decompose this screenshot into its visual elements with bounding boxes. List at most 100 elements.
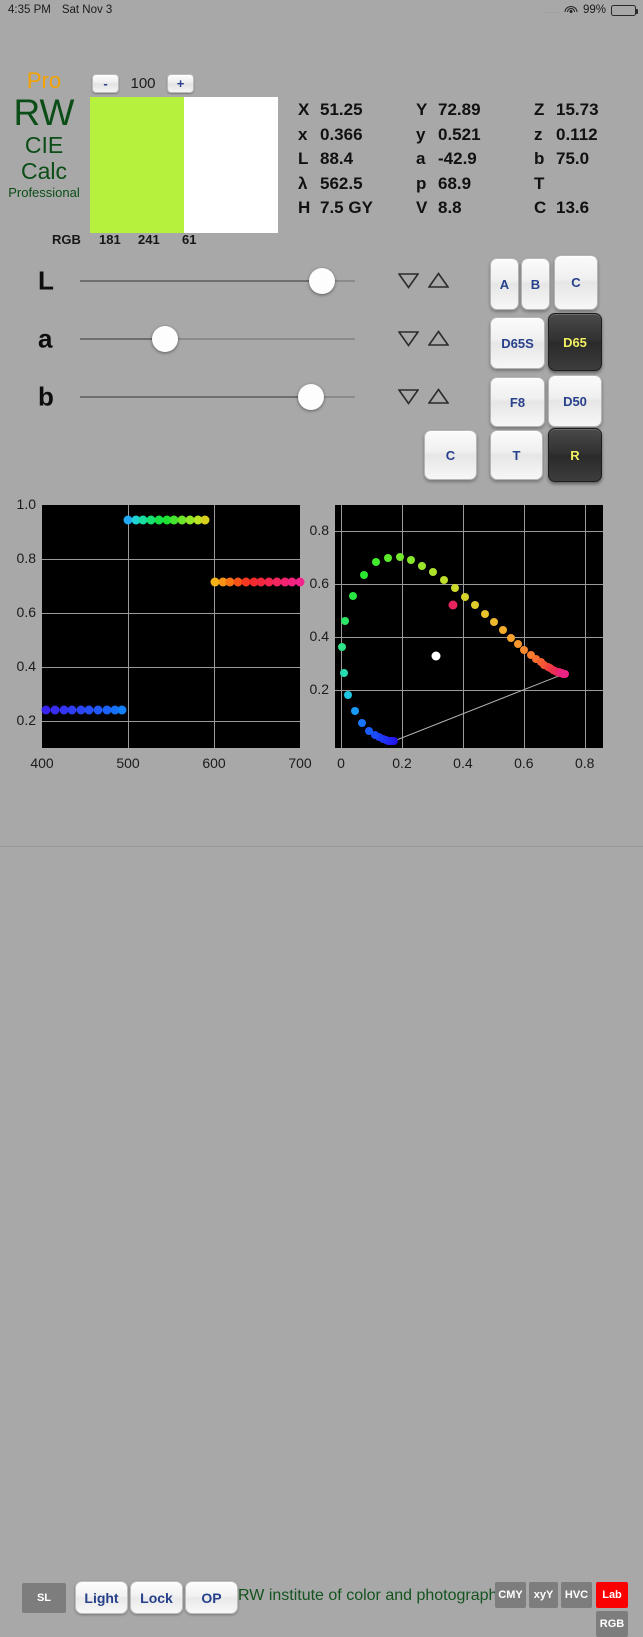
illuminant-button-f8[interactable]: F8: [490, 377, 545, 427]
swatch-sample-color[interactable]: [90, 97, 184, 233]
signal-dots-icon: ....: [545, 4, 560, 15]
mode-button-c[interactable]: C: [424, 430, 477, 480]
triangle-down-icon-b[interactable]: [398, 388, 420, 406]
readout-value: 7.5 GY: [320, 198, 373, 217]
illuminant-button-d50[interactable]: D50: [548, 375, 602, 427]
plot-area[interactable]: [41, 505, 305, 748]
increment-button[interactable]: +: [167, 74, 194, 93]
stepper-value: 100: [130, 75, 156, 92]
illuminant-button-c[interactable]: C: [554, 255, 598, 310]
spectral-reflectance-chart[interactable]: 400 500 600 700 0.2 0.4 0.6 0.8 1.0: [0, 496, 312, 780]
readout-cell-z: z 0.112: [534, 125, 642, 145]
colorspace-button-rgb[interactable]: RGB: [596, 1611, 628, 1637]
illuminant-button-a[interactable]: A: [490, 258, 519, 310]
value-stepper: - 100 +: [92, 74, 194, 93]
readout-key: Y: [416, 100, 428, 119]
colorspace-button-hvc[interactable]: HVC: [561, 1582, 592, 1608]
x-tick-label: 400: [30, 755, 54, 771]
toolbar-button-light[interactable]: Light: [75, 1581, 128, 1614]
triangle-up-icon-a[interactable]: [428, 330, 450, 348]
y-tick-label: 0.8: [309, 522, 329, 539]
readout-key: T: [534, 173, 545, 193]
readout-value: 13.6: [556, 198, 590, 217]
data-point: [395, 553, 404, 562]
triangle-up-icon-b[interactable]: [428, 388, 450, 406]
readout-cell-t: T: [534, 174, 642, 194]
readout-key: X: [298, 100, 310, 119]
gridline-horizontal: [42, 667, 300, 668]
y-tick-label: 0.8: [16, 550, 36, 566]
slider-track-a[interactable]: [80, 326, 355, 352]
colorspace-button-lab[interactable]: Lab: [596, 1582, 628, 1608]
mode-button-t[interactable]: T: [490, 430, 543, 480]
toolbar-button-op[interactable]: OP: [185, 1581, 238, 1614]
rgb-label: RGB: [52, 232, 81, 247]
slider-label-b: b: [38, 381, 54, 412]
decrement-button[interactable]: -: [92, 74, 119, 93]
y-tick-label: 0.6: [16, 604, 36, 620]
y-tick-label: 0.6: [309, 575, 329, 592]
status-date: Sat Nov 3: [61, 4, 113, 16]
slider-knob-L[interactable]: [309, 268, 335, 294]
status-bar: 4:35 PM Sat Nov 3 .... 99%: [0, 0, 643, 20]
bottom-toolbar: RW institute of color and photography SL…: [0, 786, 643, 1637]
swatch-reference-color[interactable]: [184, 97, 278, 233]
gridline-horizontal: [335, 637, 603, 639]
rgb-green-value: 241: [138, 232, 160, 247]
readout-cell-v: V 8.8: [416, 198, 534, 218]
tagline: RW institute of color and photography: [238, 1587, 506, 1604]
data-point: [560, 670, 569, 679]
toolbar-button-sl[interactable]: SL: [22, 1583, 66, 1613]
colorspace-button-xyy[interactable]: xyY: [529, 1582, 558, 1608]
readout-value: 0.112: [556, 124, 598, 144]
slider-row-L: L: [0, 253, 480, 309]
plot-area[interactable]: [335, 505, 603, 748]
mode-button-r[interactable]: R: [548, 428, 602, 482]
illuminant-button-b[interactable]: B: [521, 258, 550, 310]
readout-value: 68.9: [438, 173, 472, 193]
data-point: [200, 515, 210, 525]
slider-track-L[interactable]: [80, 268, 355, 294]
triangle-up-icon-L[interactable]: [428, 272, 450, 290]
readout-row: H 7.5 GY V 8.8 C 13.6: [298, 198, 643, 223]
readout-cell-x: X 51.25: [298, 100, 416, 120]
triangle-down-icon-a[interactable]: [398, 330, 420, 348]
readout-cell-λ: λ 562.5: [298, 174, 416, 194]
cie-chromaticity-chart[interactable]: 0 0.2 0.4 0.6 0.8 0.2 0.4 0.6 0.8: [310, 498, 643, 780]
x-tick-label: 0.6: [514, 755, 534, 771]
app-brand: Pro RW CIE Calc Professional: [0, 70, 88, 201]
data-point: [350, 707, 359, 716]
triangle-down-icon-L[interactable]: [398, 272, 420, 290]
readout-key: p: [416, 173, 427, 193]
slider-track-b[interactable]: [80, 384, 355, 410]
readout-cell-y: Y 72.89: [416, 100, 534, 120]
readout-key: b: [534, 149, 545, 168]
illuminant-button-d65[interactable]: D65: [548, 313, 602, 371]
brand-pro: Pro: [26, 68, 62, 93]
y-tick-label: 1.0: [16, 496, 36, 512]
brand-cie: CIE: [24, 132, 64, 158]
slider-label-a: a: [38, 323, 53, 354]
gridline-vertical: [584, 505, 586, 748]
gridline-vertical: [341, 505, 343, 748]
color-swatch[interactable]: [90, 97, 278, 233]
illuminant-button-d65s[interactable]: D65S: [490, 317, 545, 369]
toolbar-button-lock[interactable]: Lock: [130, 1581, 183, 1614]
data-point: [344, 690, 353, 699]
gridline-horizontal: [42, 559, 300, 560]
slider-knob-a[interactable]: [152, 326, 179, 352]
data-point: [417, 561, 426, 570]
data-point: [117, 705, 127, 715]
readout-cell-b: b 75.0: [534, 149, 642, 169]
white-point: [431, 651, 441, 661]
rgb-readout: RGB 181 241 61: [52, 232, 292, 250]
readout-key: H: [298, 198, 311, 217]
colorspace-button-cmy[interactable]: CMY: [495, 1582, 526, 1608]
slider-knob-b[interactable]: [298, 384, 324, 410]
readout-key: C: [534, 198, 547, 217]
slider-label-L: L: [38, 265, 54, 296]
readout-key: a: [416, 149, 426, 168]
x-tick-label: 0.2: [392, 755, 412, 771]
battery-icon: [611, 4, 639, 16]
slider-row-b: b: [0, 369, 480, 425]
